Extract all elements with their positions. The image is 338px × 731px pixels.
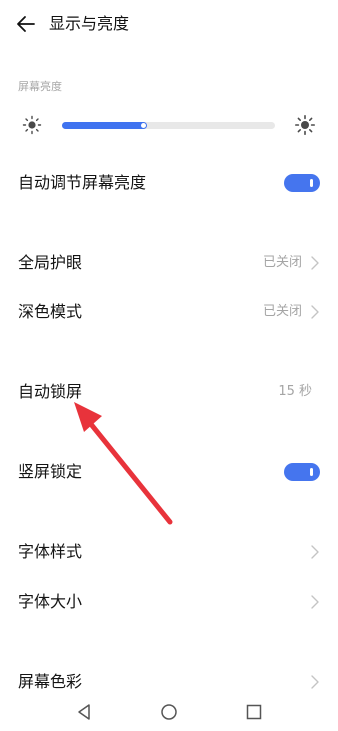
chevron-right-icon — [311, 256, 319, 270]
sun-max-icon — [295, 115, 315, 135]
brightness-slider-fill — [62, 122, 147, 129]
dark-mode-value: 已关闭 — [262, 304, 302, 319]
brightness-slider[interactable] — [62, 122, 275, 129]
toggle-knob — [310, 468, 313, 476]
chevron-right-icon — [311, 675, 319, 689]
auto-brightness-row[interactable]: 自动调节屏幕亮度 — [0, 161, 338, 205]
dark-mode-row[interactable]: 深色模式 已关闭 — [0, 290, 338, 334]
auto-brightness-toggle[interactable] — [284, 174, 320, 192]
portrait-lock-toggle[interactable] — [284, 463, 320, 481]
eye-protection-label: 全局护眼 — [18, 253, 83, 272]
nav-home-icon[interactable] — [157, 700, 181, 724]
auto-brightness-label: 自动调节屏幕亮度 — [18, 173, 147, 192]
chevron-right-icon — [311, 545, 319, 559]
chevron-right-icon — [311, 305, 319, 319]
portrait-lock-label: 竖屏锁定 — [18, 462, 83, 481]
toggle-knob — [310, 179, 313, 187]
font-style-label: 字体样式 — [18, 542, 83, 561]
auto-lock-row[interactable]: 自动锁屏 15 秒 — [0, 370, 338, 414]
system-nav-bar — [0, 696, 338, 731]
nav-back-icon[interactable] — [72, 700, 96, 724]
nav-recents-icon[interactable] — [242, 700, 266, 724]
auto-lock-label: 自动锁屏 — [18, 382, 83, 401]
page-title: 显示与亮度 — [49, 14, 130, 33]
font-style-row[interactable]: 字体样式 — [0, 530, 338, 574]
chevron-right-icon — [311, 595, 319, 609]
portrait-lock-row[interactable]: 竖屏锁定 — [0, 450, 338, 494]
auto-lock-value: 15 秒 — [278, 384, 312, 399]
eye-protection-row[interactable]: 全局护眼 已关闭 — [0, 241, 338, 285]
app-header: 显示与亮度 — [0, 0, 338, 48]
back-arrow-icon[interactable] — [14, 12, 38, 36]
brightness-section-label: 屏幕亮度 — [18, 80, 62, 93]
dark-mode-label: 深色模式 — [18, 302, 83, 321]
brightness-slider-knob[interactable] — [141, 123, 146, 128]
eye-protection-value: 已关闭 — [262, 255, 302, 270]
font-size-label: 字体大小 — [18, 592, 83, 611]
screen-color-label: 屏幕色彩 — [18, 672, 83, 691]
font-size-row[interactable]: 字体大小 — [0, 580, 338, 624]
sun-icon — [22, 115, 42, 135]
